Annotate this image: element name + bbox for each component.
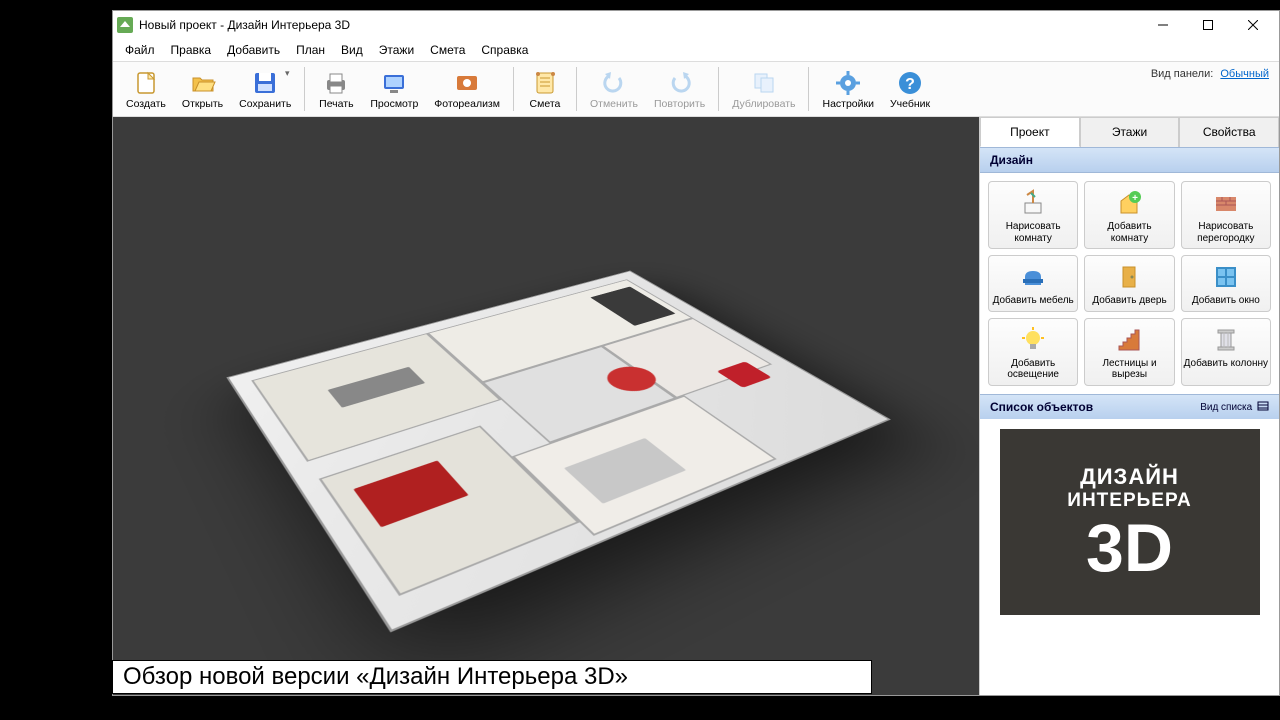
tutorial-icon: ?	[896, 69, 924, 97]
minimize-button[interactable]	[1140, 11, 1185, 39]
add-light-button[interactable]: Добавить освещение	[988, 318, 1078, 386]
close-button[interactable]	[1230, 11, 1275, 39]
logo-placeholder: ДИЗАЙН ИНТЕРЬЕРА 3D	[980, 419, 1279, 696]
maximize-button[interactable]	[1185, 11, 1230, 39]
preview-button[interactable]: Просмотр	[363, 66, 425, 113]
create-button[interactable]: Создать	[119, 66, 173, 113]
app-window: Новый проект - Дизайн Интерьера 3D Файл …	[112, 10, 1280, 696]
save-button[interactable]: Сохранить▾	[232, 66, 298, 113]
svg-text:?: ?	[905, 76, 915, 93]
print-button[interactable]: Печать	[311, 66, 361, 113]
window-title: Новый проект - Дизайн Интерьера 3D	[139, 18, 1140, 32]
draw-room-button[interactable]: Нарисовать комнату	[988, 181, 1078, 249]
add-column-button[interactable]: Добавить колонну	[1181, 318, 1271, 386]
save-icon	[251, 69, 279, 97]
redo-icon	[666, 69, 694, 97]
photoreal-button[interactable]: Фотореализм	[427, 66, 507, 113]
title-bar: Новый проект - Дизайн Интерьера 3D	[113, 11, 1279, 39]
open-icon	[189, 69, 217, 97]
svg-text:+: +	[1133, 193, 1139, 204]
print-icon	[322, 69, 350, 97]
add-door-icon	[1114, 262, 1144, 292]
create-icon	[132, 69, 160, 97]
menu-floors[interactable]: Этажи	[373, 41, 420, 59]
video-caption: Обзор новой версии «Дизайн Интерьера 3D»	[112, 660, 872, 694]
menu-file[interactable]: Файл	[119, 41, 161, 59]
tab-floors[interactable]: Этажи	[1080, 117, 1180, 147]
panel-tabs: Проект Этажи Свойства	[980, 117, 1279, 147]
add-window-icon	[1211, 262, 1241, 292]
floorplan-render	[148, 146, 945, 666]
menu-plan[interactable]: План	[290, 41, 331, 59]
estimate-icon	[531, 69, 559, 97]
menu-help[interactable]: Справка	[475, 41, 534, 59]
menu-view[interactable]: Вид	[335, 41, 369, 59]
redo-button: Повторить	[647, 66, 712, 113]
undo-button: Отменить	[583, 66, 645, 113]
tutorial-button[interactable]: ?Учебник	[883, 66, 937, 113]
draw-wall-button[interactable]: Нарисовать перегородку	[1181, 181, 1271, 249]
tab-properties[interactable]: Свойства	[1179, 117, 1279, 147]
panel-mode: Вид панели: Обычный	[1151, 68, 1269, 80]
preview-icon	[380, 69, 408, 97]
tab-project[interactable]: Проект	[980, 117, 1080, 147]
stairs-icon	[1114, 325, 1144, 355]
add-column-icon	[1211, 325, 1241, 355]
design-tools-grid: Нарисовать комнату+Добавить комнатуНарис…	[980, 173, 1279, 394]
toolbar: СоздатьОткрытьСохранить▾ ПечатьПросмотрФо…	[113, 61, 1279, 117]
add-light-icon	[1018, 325, 1048, 355]
add-room-button[interactable]: +Добавить комнату	[1084, 181, 1174, 249]
stairs-button[interactable]: Лестницы и вырезы	[1084, 318, 1174, 386]
content-area: Проект Этажи Свойства Дизайн Нарисовать …	[113, 117, 1279, 695]
3d-viewport[interactable]	[113, 117, 979, 695]
draw-wall-icon	[1211, 188, 1241, 218]
estimate-button[interactable]: Смета	[520, 66, 570, 113]
menu-edit[interactable]: Правка	[165, 41, 218, 59]
letterbox-left	[0, 0, 112, 720]
draw-room-icon	[1018, 188, 1048, 218]
add-door-button[interactable]: Добавить дверь	[1084, 255, 1174, 312]
add-furniture-icon	[1018, 262, 1048, 292]
settings-icon	[834, 69, 862, 97]
app-icon	[117, 17, 133, 33]
object-list-header: Список объектов Вид списка	[980, 394, 1279, 419]
design-section-header: Дизайн	[980, 147, 1279, 173]
menu-estimate[interactable]: Смета	[424, 41, 471, 59]
duplicate-button: Дублировать	[725, 66, 802, 113]
panel-mode-link[interactable]: Обычный	[1220, 68, 1269, 80]
photoreal-icon	[453, 69, 481, 97]
duplicate-icon	[750, 69, 778, 97]
menu-bar: Файл Правка Добавить План Вид Этажи Смет…	[113, 39, 1279, 61]
list-view-mode[interactable]: Вид списка	[1200, 401, 1269, 413]
undo-icon	[600, 69, 628, 97]
settings-button[interactable]: Настройки	[815, 66, 881, 113]
add-furniture-button[interactable]: Добавить мебель	[988, 255, 1078, 312]
open-button[interactable]: Открыть	[175, 66, 230, 113]
add-window-button[interactable]: Добавить окно	[1181, 255, 1271, 312]
right-panel: Проект Этажи Свойства Дизайн Нарисовать …	[979, 117, 1279, 695]
add-room-icon: +	[1114, 188, 1144, 218]
menu-add[interactable]: Добавить	[221, 41, 286, 59]
